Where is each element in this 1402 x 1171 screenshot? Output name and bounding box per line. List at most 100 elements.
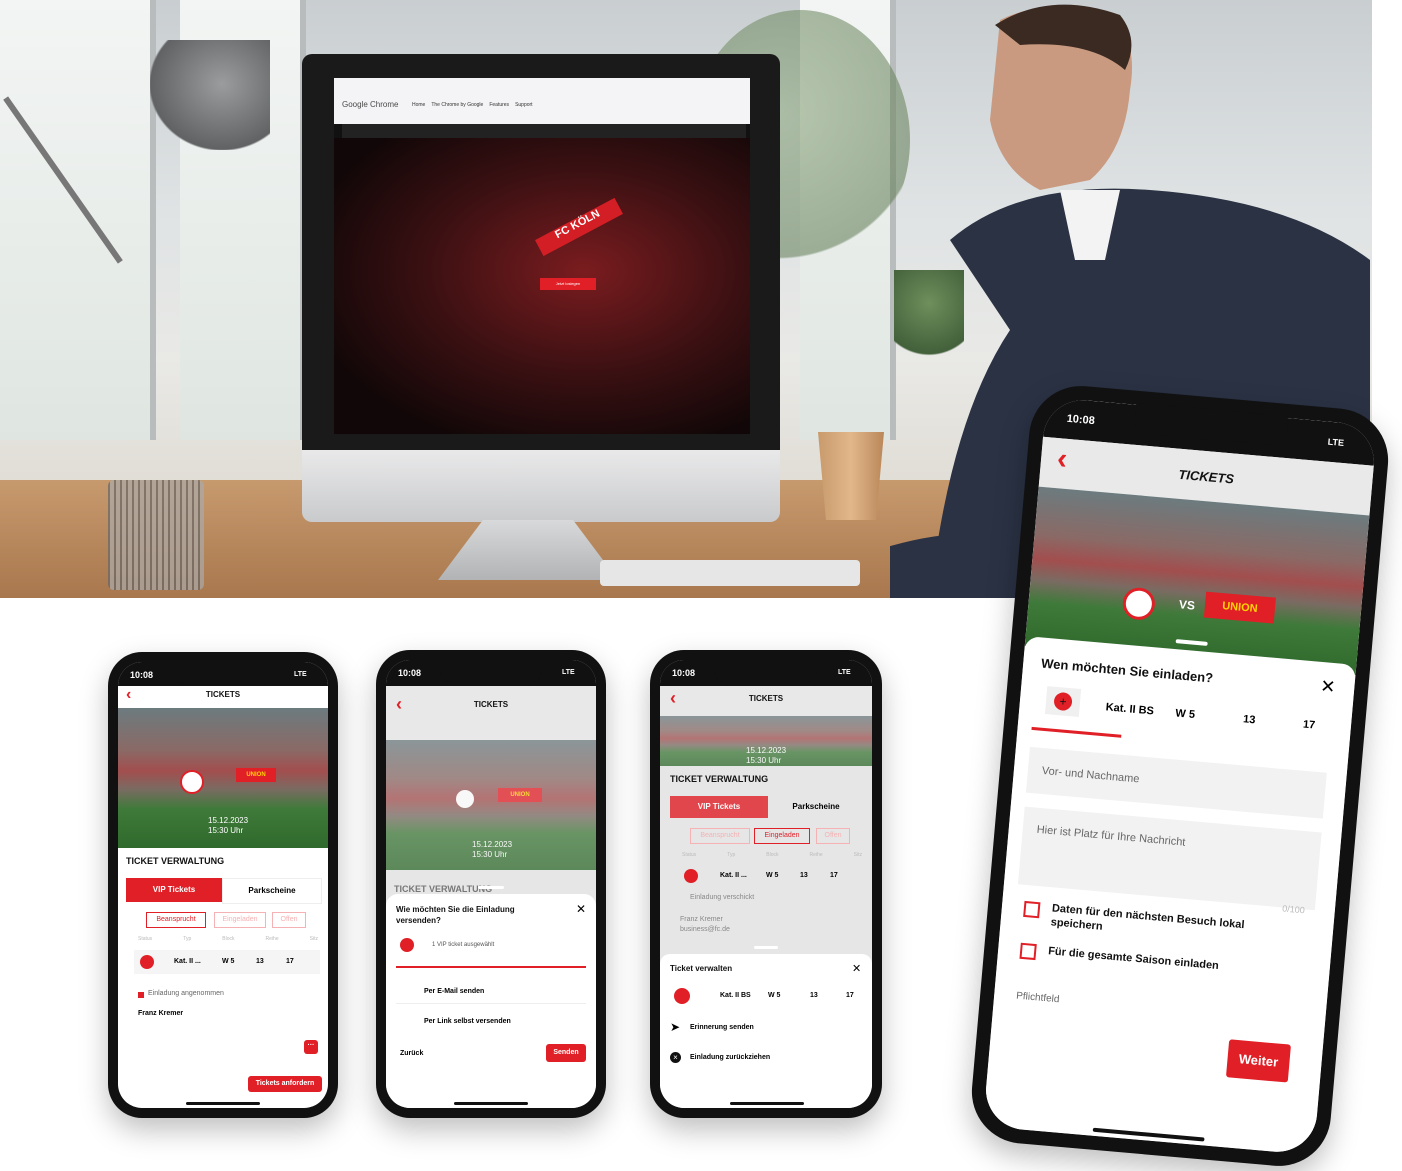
status-time: 10:08 — [398, 668, 422, 678]
tab-parkscheine[interactable]: Parkscheine — [768, 796, 864, 818]
nav-chrome[interactable]: The Chrome by Google — [431, 102, 483, 108]
phone-4-screen: 10:08 LTE ‹ TICKETS VS UNION Wen möchten… — [982, 396, 1378, 1156]
header-title: TICKETS — [748, 694, 784, 703]
close-icon[interactable]: ✕ — [1319, 676, 1337, 698]
phone-3: 10:08 LTE ‹ TICKETS 15.12.2023 15:30 Uhr… — [650, 650, 882, 1118]
page-strip — [342, 124, 746, 138]
ticket-icon — [140, 955, 154, 969]
browser-toolbar: Google Chrome Home The Chrome by Google … — [334, 78, 750, 124]
ticket-thumb: + — [1044, 686, 1082, 717]
vs-label: VS — [1178, 597, 1196, 613]
table-row[interactable]: Kat. II ... W 5 13 17 — [678, 866, 864, 886]
sheet-row-block: W 5 — [768, 992, 781, 999]
sheet-handle[interactable] — [478, 886, 504, 889]
action-reminder[interactable]: Erinnerung senden — [690, 1024, 754, 1031]
row-row: 13 — [800, 872, 808, 879]
home-indicator — [454, 1102, 528, 1105]
imac-chin — [302, 450, 780, 522]
col-block: Block — [222, 936, 235, 942]
message-placeholder: Hier ist Platz für Ihre Nachricht — [1036, 823, 1186, 849]
tab-vip-tickets[interactable]: VIP Tickets — [670, 796, 768, 818]
back-button[interactable]: Zurück — [400, 1050, 423, 1057]
filter-eingeladen[interactable]: Eingeladen — [214, 912, 266, 928]
row-seat: 17 — [830, 872, 838, 879]
ticket-icon — [684, 869, 698, 883]
tab-parkscheine[interactable]: Parkscheine — [222, 878, 322, 904]
browser-brand: Google Chrome — [342, 100, 399, 109]
sheet-handle[interactable] — [754, 946, 778, 949]
filter-beansprucht[interactable]: Beansprucht — [690, 828, 750, 844]
close-icon[interactable]: ✕ — [852, 962, 861, 975]
home-indicator — [730, 1102, 804, 1105]
more-button[interactable]: ··· — [304, 1040, 318, 1054]
progress-line — [1031, 726, 1122, 738]
checkbox-save-data[interactable] — [1023, 900, 1041, 919]
option-link[interactable]: Per Link selbst versenden — [396, 1010, 586, 1034]
union-logo: UNION — [498, 788, 542, 802]
filter-offen[interactable]: Offen — [272, 912, 306, 928]
row-block: W 5 — [222, 958, 235, 965]
sheet-row-type: Kat. II BS — [720, 992, 751, 999]
next-button[interactable]: Weiter — [1225, 1039, 1292, 1083]
sheet-title: Wie möchten Sie die Einladung versenden? — [396, 905, 515, 925]
required-note: Pflichtfeld — [1015, 990, 1060, 1006]
hero-button[interactable]: Jetzt loslegen — [540, 278, 596, 290]
nav-features[interactable]: Features — [489, 102, 509, 108]
filter-beansprucht[interactable]: Beansprucht — [146, 912, 206, 928]
status-time: 10:08 — [672, 668, 696, 678]
col-typ: Typ — [727, 852, 736, 858]
sheet-title: Ticket verwalten — [670, 964, 733, 973]
koeln-logo — [456, 790, 474, 808]
row-type: Kat. II ... — [720, 872, 747, 879]
filter-offen[interactable]: Offen — [816, 828, 850, 844]
message-field[interactable]: Hier ist Platz für Ihre Nachricht 0/100 — [1017, 806, 1322, 915]
close-icon[interactable]: ✕ — [576, 902, 586, 916]
checkbox-season[interactable] — [1019, 942, 1037, 961]
table-row[interactable]: Kat. II ... W 5 13 17 — [134, 950, 320, 974]
col-status: Status — [138, 936, 153, 942]
person-name: Franz Kremer — [138, 1010, 184, 1017]
window — [0, 0, 156, 440]
match-time: 15:30 Uhr — [746, 756, 782, 765]
bottom-sheet: Ticket verwalten ✕ Kat. II BS W 5 13 17 … — [660, 946, 872, 1108]
request-tickets-button[interactable]: Tickets anfordern — [248, 1076, 322, 1092]
send-button[interactable]: Senden — [546, 1044, 586, 1062]
status-time: 10:08 — [1066, 412, 1096, 428]
app-header: ‹ TICKETS — [660, 686, 872, 716]
col-sitz: Sitz — [309, 936, 318, 942]
col-reihe: Reihe — [809, 852, 823, 858]
scarf-text: FC KÖLN — [535, 197, 623, 257]
ticket-icon: + — [1053, 691, 1073, 712]
tab-vip-tickets[interactable]: VIP Tickets — [126, 878, 222, 902]
nav-support[interactable]: Support — [515, 102, 533, 108]
option-email[interactable]: Per E-Mail senden — [396, 980, 586, 1004]
checkbox-season-label: Für die gesamte Saison einladen — [1047, 945, 1220, 973]
stadium-image: 15.12.2023 15:30 Uhr — [660, 716, 872, 766]
col-reihe: Reihe — [265, 936, 279, 942]
nav-home[interactable]: Home — [412, 102, 425, 108]
sheet-title: Wen möchten Sie einladen? — [1040, 655, 1214, 686]
notch — [440, 658, 542, 682]
monitor-screen: Google Chrome Home The Chrome by Google … — [334, 78, 750, 434]
status-network: LTE — [294, 671, 307, 678]
send-arrow-icon: ➤ — [670, 1020, 681, 1034]
status-time: 10:08 — [130, 670, 154, 680]
status-network: LTE — [838, 669, 851, 676]
selected-count: 1 VIP ticket ausgewählt — [432, 942, 495, 948]
home-indicator — [186, 1102, 260, 1105]
match-date: 15.12.2023 — [208, 816, 249, 825]
section-title: TICKET VERWALTUNG — [670, 774, 769, 784]
row-type: Kat. II ... — [174, 958, 201, 965]
ticket-icon — [400, 938, 414, 952]
filter-eingeladen[interactable]: Eingeladen — [754, 828, 810, 844]
match-date: 15.12.2023 — [472, 840, 513, 849]
action-withdraw[interactable]: Einladung zurückziehen — [690, 1054, 770, 1061]
person-name: Franz Kremer — [680, 916, 723, 923]
phone-4: 10:08 LTE ‹ TICKETS VS UNION Wen möchten… — [967, 381, 1393, 1171]
pen-holder — [108, 480, 204, 590]
col-status: Status — [682, 852, 697, 858]
phone-3-screen: 10:08 LTE ‹ TICKETS 15.12.2023 15:30 Uhr… — [660, 660, 872, 1108]
coffee-cup — [818, 432, 884, 520]
name-field[interactable]: Vor- und Nachname — [1025, 746, 1327, 819]
notch — [714, 658, 818, 682]
